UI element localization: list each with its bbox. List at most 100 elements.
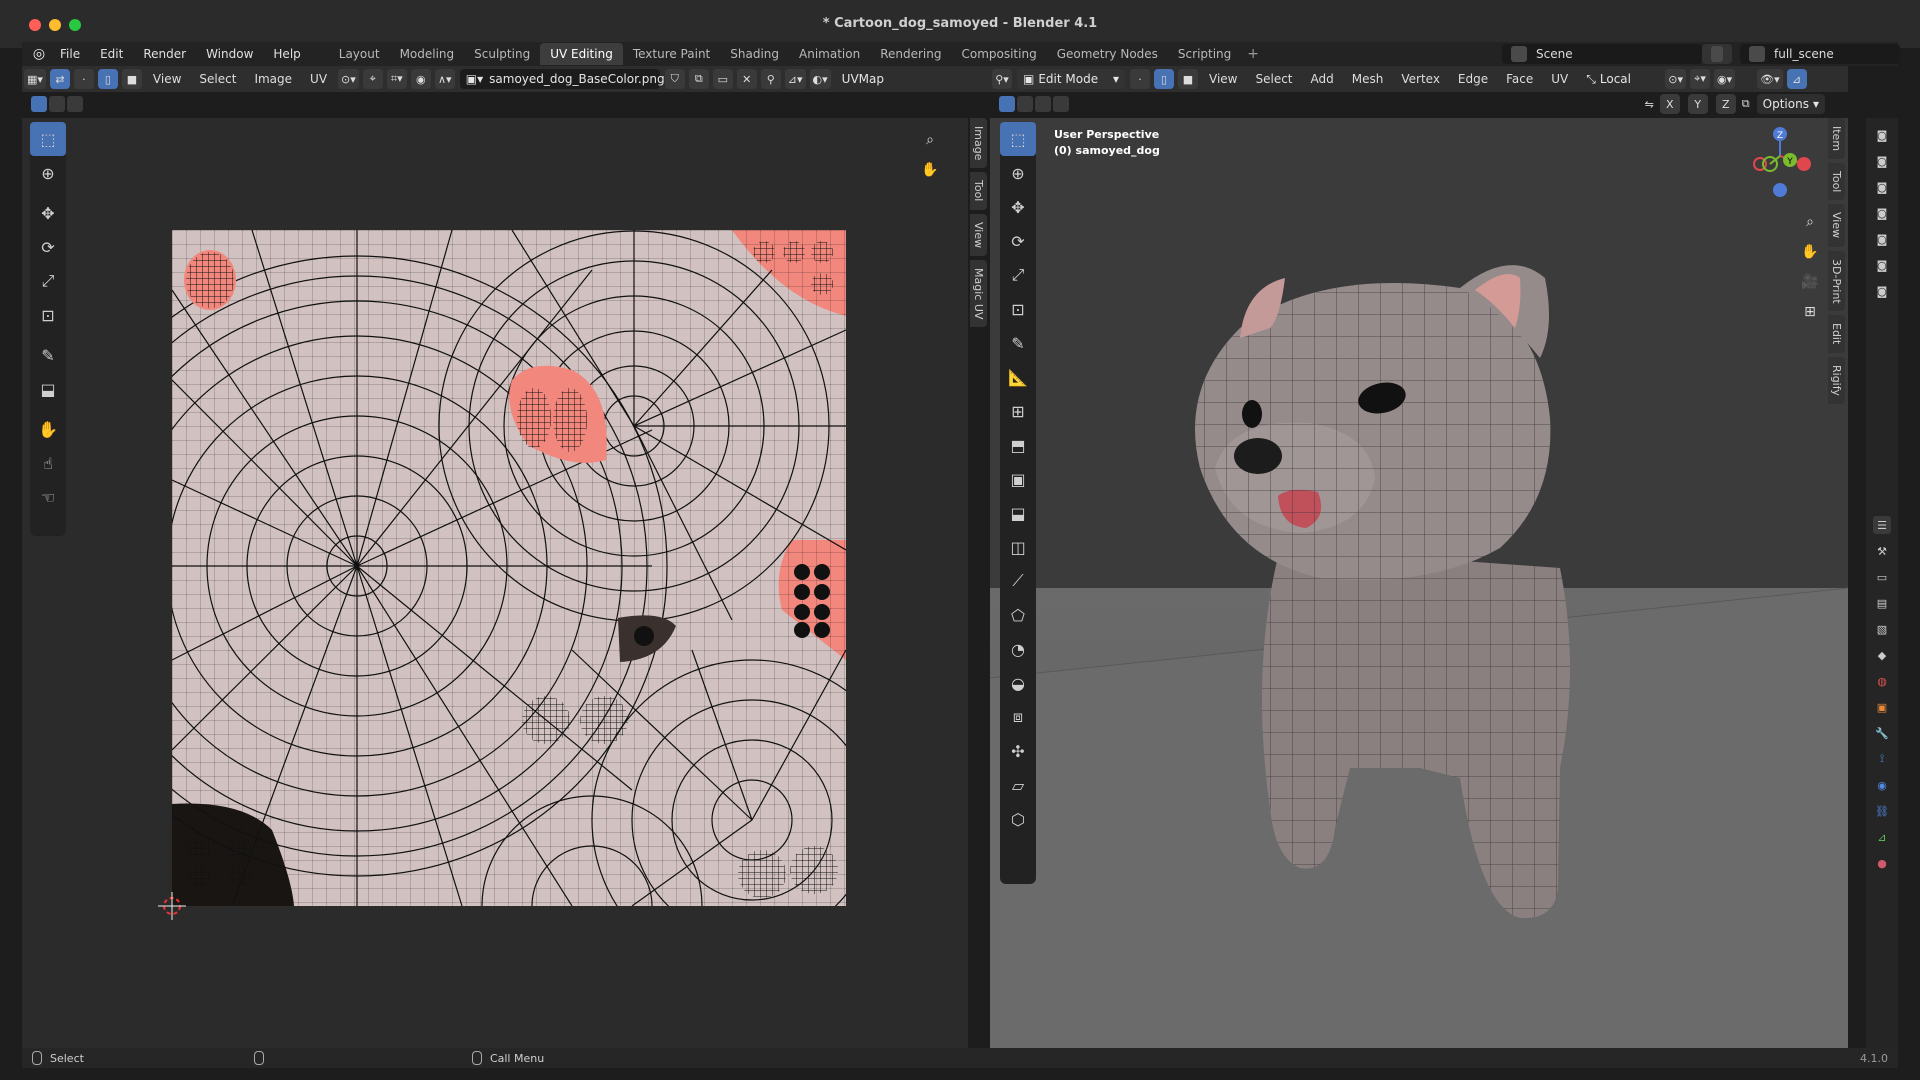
tab-vp-tool[interactable]: Tool <box>1828 163 1845 201</box>
axis-z-button[interactable]: Z <box>1715 94 1736 114</box>
image-selector[interactable]: ▣▾ samoyed_dog_BaseColor.png <box>459 69 665 89</box>
vp-face-select-button[interactable]: ■ <box>1178 69 1198 89</box>
vp-move-icon[interactable]: ✥ <box>1000 190 1036 224</box>
camera-icon[interactable]: ◙ <box>1873 204 1891 222</box>
menu-window[interactable]: Window <box>196 42 263 66</box>
relax-icon[interactable]: ☝ <box>30 446 66 480</box>
vertex-select-button[interactable]: · <box>73 69 94 89</box>
menu-edit[interactable]: Edit <box>90 42 133 66</box>
edge-slide-icon[interactable]: ⧈ <box>1000 700 1036 734</box>
vp-cursor-icon[interactable]: ⊕ <box>1000 156 1036 190</box>
mode-selector[interactable]: ▣ Edit Mode ▾ <box>1017 69 1125 89</box>
particles-icon[interactable]: ⟟ <box>1873 750 1891 768</box>
vp-menu-select[interactable]: Select <box>1246 72 1301 86</box>
smooth-icon[interactable]: ◒ <box>1000 666 1036 700</box>
hand-icon[interactable]: ✋ <box>918 158 942 182</box>
vp-zoom-icon[interactable]: ⌕ <box>1798 210 1822 234</box>
select-new-button[interactable] <box>31 96 47 112</box>
tab-layout[interactable]: Layout <box>329 43 390 65</box>
vp-menu-face[interactable]: Face <box>1497 72 1542 86</box>
view-layer-selector[interactable]: full_scene <box>1740 44 1900 64</box>
pivot-icon[interactable]: ⊙▾ <box>338 69 359 89</box>
uv-display-icon[interactable]: ⊿▾ <box>784 69 806 89</box>
tab-texture-paint[interactable]: Texture Paint <box>623 43 720 65</box>
camera-icon[interactable]: 🎥 <box>1798 270 1822 294</box>
uv-menu-image[interactable]: Image <box>245 72 301 86</box>
3d-viewport[interactable]: User Perspective (0) samoyed_dog ⬚ ⊕ ✥ ⟳… <box>990 118 1848 1048</box>
output-icon[interactable]: ▤ <box>1873 594 1891 612</box>
bevel-icon[interactable]: ⬓ <box>1000 496 1036 530</box>
spin-icon[interactable]: ◔ <box>1000 632 1036 666</box>
axis-x-button[interactable]: X <box>1659 94 1680 114</box>
camera-icon[interactable]: ◙ <box>1873 178 1891 196</box>
camera-icon[interactable]: ◙ <box>1873 152 1891 170</box>
vp-transform-icon[interactable]: ⊡ <box>1000 292 1036 326</box>
edge-select-button[interactable]: ▯ <box>97 69 118 89</box>
measure-icon[interactable]: 📐 <box>1000 360 1036 394</box>
tab-image[interactable]: Image <box>970 118 987 169</box>
add-workspace-icon[interactable]: + <box>1241 46 1265 62</box>
render-icon[interactable]: ▭ <box>1873 568 1891 586</box>
uv-menu-select[interactable]: Select <box>190 72 245 86</box>
select-subtract-button[interactable] <box>67 96 83 112</box>
tab-magic-uv[interactable]: Magic UV <box>970 259 987 328</box>
snap-target-icon[interactable]: ⌗▾ <box>386 69 407 89</box>
menu-render[interactable]: Render <box>133 42 196 66</box>
select-extend-button[interactable] <box>49 96 65 112</box>
tab-edit[interactable]: Edit <box>1828 315 1845 353</box>
select-box-icon[interactable]: ⬚ <box>30 122 66 156</box>
vp-rotate-icon[interactable]: ⟳ <box>1000 224 1036 258</box>
tab-uv-editing[interactable]: UV Editing <box>540 43 623 65</box>
annotate-icon[interactable]: ✎ <box>30 338 66 372</box>
physics-icon[interactable]: ◉ <box>1873 776 1891 794</box>
extrude-icon[interactable]: ⬒ <box>1000 428 1036 462</box>
material-icon[interactable]: ● <box>1873 854 1891 872</box>
rip-region-icon[interactable]: ⬡ <box>1000 802 1036 836</box>
camera-icon[interactable]: ◙ <box>1873 230 1891 248</box>
axis-y-button[interactable]: Y <box>1687 94 1708 114</box>
inset-icon[interactable]: ▣ <box>1000 462 1036 496</box>
orientation-selector[interactable]: ⤡ Local <box>1580 69 1661 89</box>
move-icon[interactable]: ✥ <box>30 196 66 230</box>
vp-menu-add[interactable]: Add <box>1302 72 1343 86</box>
tab-rigify[interactable]: Rigify <box>1828 356 1845 404</box>
vp-menu-uv[interactable]: UV <box>1542 72 1577 86</box>
tab-item[interactable]: Item <box>1828 118 1845 160</box>
new-scene-button[interactable] <box>1702 44 1732 64</box>
vp-menu-vertex[interactable]: Vertex <box>1392 72 1449 86</box>
add-cube-icon[interactable]: ⊞ <box>1000 394 1036 428</box>
pin-icon[interactable]: ⚲ <box>760 69 781 89</box>
vp-menu-mesh[interactable]: Mesh <box>1343 72 1393 86</box>
mirror-icon[interactable]: ⇋ <box>1645 98 1654 111</box>
samoyed-dog-mesh[interactable] <box>1160 248 1680 928</box>
uv-texture-canvas[interactable] <box>172 230 846 906</box>
tab-tool[interactable]: Tool <box>970 172 987 210</box>
tab-vp-view[interactable]: View <box>1828 204 1845 247</box>
duplicate-image-icon[interactable]: ⧉ <box>688 69 709 89</box>
vp-select-extend-button[interactable] <box>1017 96 1033 112</box>
tab-compositing[interactable]: Compositing <box>951 43 1046 65</box>
grab-icon[interactable]: ✋ <box>30 412 66 446</box>
shield-icon[interactable]: ⛉ <box>664 69 685 89</box>
vp-hand-icon[interactable]: ✋ <box>1798 240 1822 264</box>
tab-rendering[interactable]: Rendering <box>870 43 951 65</box>
uv-menu-uv[interactable]: UV <box>301 72 336 86</box>
tab-scripting[interactable]: Scripting <box>1168 43 1241 65</box>
pinch-icon[interactable]: ☜ <box>30 480 66 514</box>
cursor-icon[interactable]: ⊕ <box>30 156 66 190</box>
tab-modeling[interactable]: Modeling <box>390 43 465 65</box>
vp-menu-view[interactable]: View <box>1200 72 1246 86</box>
tab-sculpting[interactable]: Sculpting <box>464 43 540 65</box>
falloff-icon[interactable]: ∧▾ <box>434 69 455 89</box>
vp-proportional-icon[interactable]: ◉▾ <box>1714 69 1736 89</box>
loop-cut-icon[interactable]: ◫ <box>1000 530 1036 564</box>
world-icon[interactable]: ◍ <box>1873 672 1891 690</box>
scale-icon[interactable]: ⤢ <box>30 264 66 298</box>
data-icon[interactable]: ⊿ <box>1873 828 1891 846</box>
tool-settings-icon[interactable]: ⚒ <box>1873 542 1891 560</box>
vp-pivot-icon[interactable]: ⊙▾ <box>1665 69 1687 89</box>
blender-logo-icon[interactable]: ◎ <box>28 43 50 65</box>
camera-icon[interactable]: ◙ <box>1873 126 1891 144</box>
ortho-grid-icon[interactable]: ⊞ <box>1798 300 1822 324</box>
poly-build-icon[interactable]: ⬠ <box>1000 598 1036 632</box>
